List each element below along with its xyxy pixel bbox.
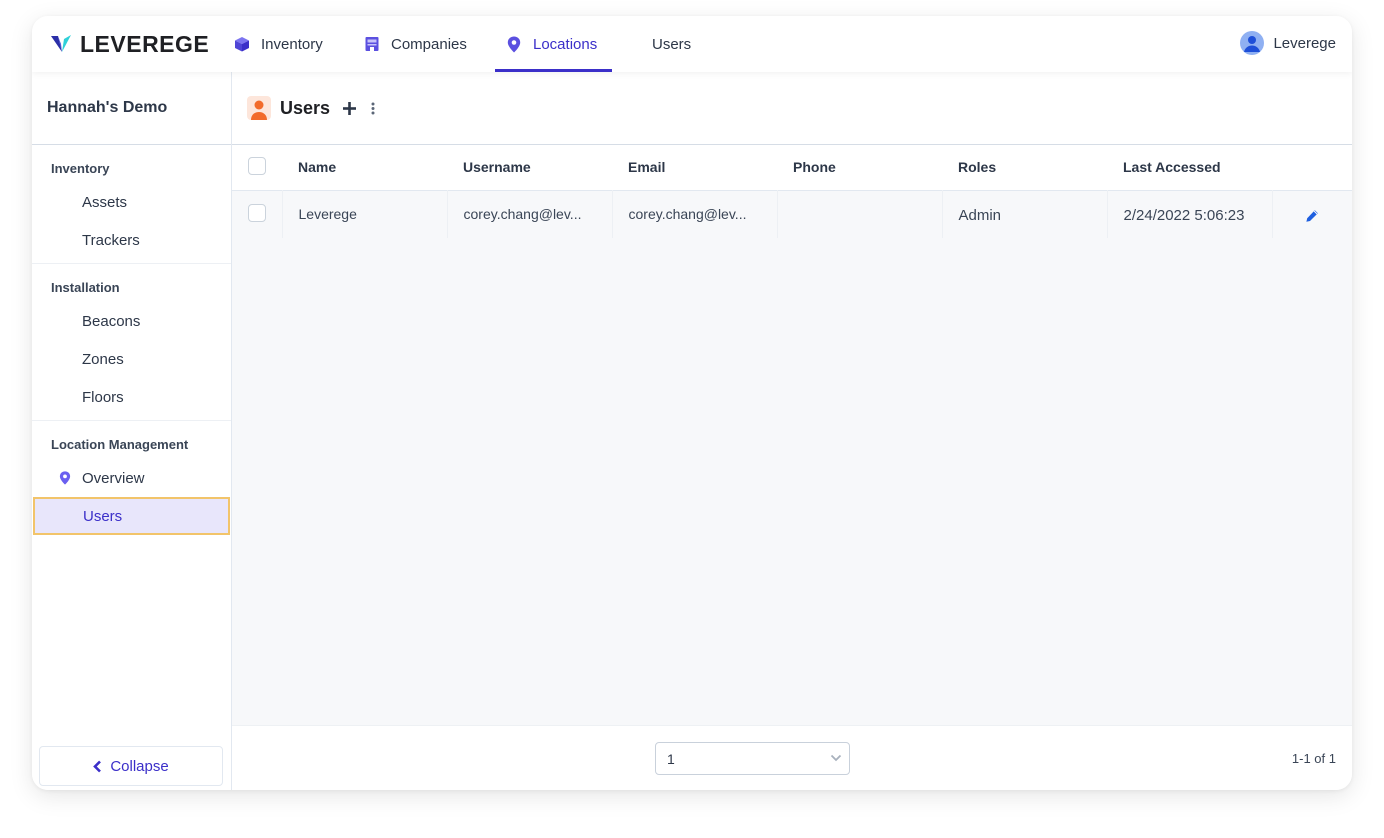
column-header-email[interactable]: Email (612, 145, 777, 190)
nav-tab-locations[interactable]: Locations (495, 16, 612, 72)
sidebar-item-users[interactable]: Users (33, 497, 230, 535)
row-select-cell (232, 190, 282, 238)
select-all-cell (232, 145, 282, 190)
sidebar-item-label: Floors (82, 388, 124, 406)
nav-tab-label: Users (652, 35, 692, 53)
sidebar-heading: Inventory (51, 161, 110, 176)
table-header-row: Name Username Email Phone Roles Last Acc… (232, 145, 1352, 190)
nav-tab-users[interactable]: Users (652, 16, 691, 72)
sidebar-title: Hannah's Demo (32, 72, 231, 145)
column-header-roles[interactable]: Roles (942, 145, 1107, 190)
user-menu[interactable]: Leverege (1240, 30, 1336, 56)
user-avatar-icon (1240, 31, 1265, 55)
sidebar-heading: Installation (51, 280, 120, 295)
sidebar-item-beacons[interactable]: Beacons (32, 302, 231, 340)
collapse-button[interactable]: Collapse (39, 746, 223, 786)
kebab-menu-icon (371, 102, 375, 114)
cell-name: Leverege (281, 190, 447, 238)
sidebar-item-label: Assets (82, 193, 128, 211)
edit-user-button[interactable] (1305, 209, 1319, 223)
sidebar: Hannah's Demo Inventory Assets Trackers … (32, 72, 232, 790)
sidebar-item-zones[interactable]: Zones (32, 340, 231, 378)
sidebar-item-assets[interactable]: Assets (32, 183, 231, 221)
nav-tab-label: Locations (533, 35, 598, 53)
nav-tab-companies[interactable]: Companies (363, 16, 467, 72)
column-header-actions (1272, 145, 1352, 190)
chevron-left-icon (93, 760, 102, 772)
select-all-checkbox[interactable] (248, 156, 266, 175)
sidebar-item-label: Beacons (82, 312, 141, 330)
more-options-button[interactable] (371, 102, 375, 115)
add-user-button[interactable] (343, 101, 357, 115)
main-content: Users Name Username Email Phone Roles La… (232, 72, 1352, 790)
sidebar-item-trackers[interactable]: Trackers (32, 221, 231, 259)
page-header: Users (232, 72, 1352, 145)
page-select-dropdown[interactable]: 1 (655, 742, 850, 775)
nav-tab-label: Companies (391, 35, 467, 53)
sidebar-item-label: Zones (82, 350, 124, 368)
user-name: Leverege (1273, 34, 1336, 52)
cell-phone (776, 190, 942, 238)
column-header-username[interactable]: Username (447, 145, 612, 190)
sidebar-section-installation: Installation Beacons Zones Floors (32, 264, 231, 421)
map-pin-icon (59, 471, 71, 485)
brand-name: LEVEREGE (80, 30, 210, 57)
column-header-phone[interactable]: Phone (777, 145, 942, 190)
chevron-down-icon (830, 754, 842, 762)
column-header-last-accessed[interactable]: Last Accessed (1107, 145, 1272, 190)
pagination-range: 1-1 of 1 (1291, 751, 1336, 766)
sidebar-item-overview[interactable]: Overview (32, 459, 231, 497)
sidebar-item-label: Users (83, 507, 123, 525)
collapse-label: Collapse (110, 757, 169, 775)
user-icon (247, 96, 271, 120)
row-checkbox[interactable] (248, 203, 266, 222)
plus-icon (343, 101, 357, 115)
sidebar-section-location-management: Location Management Overview Users (32, 421, 231, 539)
sidebar-item-label: Trackers (82, 231, 140, 249)
cell-roles: Admin (941, 190, 1107, 238)
sidebar-item-floors[interactable]: Floors (32, 378, 231, 416)
page-title: Users (280, 97, 331, 118)
users-table: Name Username Email Phone Roles Last Acc… (232, 145, 1352, 238)
building-icon (363, 35, 381, 53)
sidebar-item-label: Overview (82, 469, 145, 487)
table-row[interactable]: Leverege corey.chang@lev... corey.chang@… (232, 190, 1352, 238)
brand-logo[interactable]: LEVEREGE (50, 30, 209, 58)
cell-username: corey.chang@lev... (446, 190, 612, 238)
column-header-name[interactable]: Name (282, 145, 447, 190)
cell-email: corey.chang@lev... (611, 190, 777, 238)
nav-tab-inventory[interactable]: Inventory (233, 16, 323, 72)
cell-actions (1271, 190, 1352, 238)
sidebar-heading: Location Management (51, 437, 189, 452)
cube-icon (233, 35, 251, 53)
cell-last-accessed: 2/24/2022 5:06:23 (1106, 190, 1272, 238)
pagination-footer: 1 1-1 of 1 (232, 725, 1352, 790)
map-pin-icon (505, 35, 523, 53)
page-select-value: 1 (667, 750, 675, 767)
leverege-logo-icon (51, 35, 71, 52)
nav-tab-label: Inventory (261, 35, 323, 53)
pencil-edit-icon (1305, 209, 1318, 222)
top-nav-bar: LEVEREGE Inventory Companies Locations U… (32, 16, 1352, 72)
sidebar-section-inventory: Inventory Assets Trackers (32, 145, 231, 264)
app-window: LEVEREGE Inventory Companies Locations U… (32, 16, 1352, 790)
